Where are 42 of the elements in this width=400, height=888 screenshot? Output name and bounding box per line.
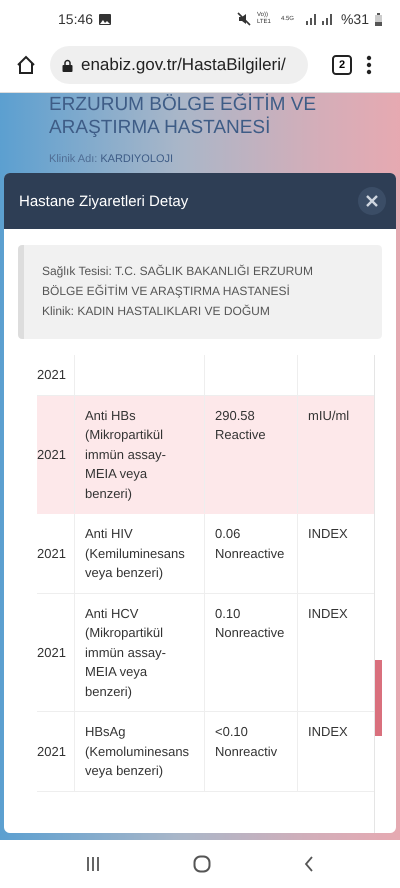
mute-icon (236, 12, 251, 26)
close-icon (366, 195, 378, 207)
image-icon (99, 14, 112, 24)
signal-icon (304, 13, 335, 25)
test-cell: Anti HBs (Mikropartikül immün assay-MEIA veya benzeri) (75, 396, 205, 513)
date-cell: 2021 (37, 594, 75, 711)
info-line: BÖLGE EĞİTİM VE ARAŞTIRMA HASTANESİ (42, 283, 291, 299)
tab-count-button[interactable]: 2 (332, 55, 352, 75)
unit-cell-text: mIU/ml (307, 406, 350, 424)
date-cell: 2021 (37, 712, 75, 790)
result-cell: 290.58 Reactive (205, 396, 298, 513)
result-cell: 0.10 Nonreactive (205, 594, 298, 711)
date-cell: 2021 (37, 396, 75, 513)
info-line: Sağlık Tesisi: T.C. SAĞLIK BAKANLIĞI ERZURUM (42, 263, 314, 279)
lock-icon (62, 58, 73, 72)
home-icon (16, 55, 36, 75)
test-cell: Anti HIV (Kemiluminesans veya benzeri) (75, 514, 205, 592)
clinic-value: KARDIYOLOJI (100, 153, 174, 165)
recent-apps-icon (86, 856, 100, 872)
date-cell: 2021 (37, 355, 75, 394)
info-line: Klinik: KADIN HASTALIKLARI VE DOĞUM (42, 303, 271, 319)
test-cell: HBsAg (Kemoluminesans veya benzeri) (75, 712, 205, 790)
date-cell: 2021 (37, 514, 75, 592)
hospital-title: ERZURUM BÖLGE EĞİTİM VE (49, 93, 318, 116)
unit-cell-text: INDEX (307, 525, 349, 543)
clock: 15:46 (58, 11, 94, 27)
home-nav-icon (192, 855, 211, 873)
address-bar[interactable]: enabiz.gov.tr/HastaBilgileri/ (50, 46, 308, 84)
battery-percent: %31 (340, 11, 369, 27)
menu-icon (366, 55, 372, 75)
back-icon (304, 856, 314, 872)
close-button[interactable] (358, 187, 386, 215)
battery-icon (375, 12, 382, 26)
result-cell: 0.06 Nonreactive (205, 514, 298, 592)
result-cell: <0.10 Nonreactiv (205, 712, 298, 790)
clinic-label: Klinik Adı: (49, 153, 98, 165)
unit-cell-text: INDEX (307, 723, 349, 741)
unit-cell-text: INDEX (307, 604, 349, 622)
test-cell: Anti HCV (Mikropartikül immün assay-MEIA veya benzeri) (75, 594, 205, 711)
modal-title: Hastane Ziyaretleri Detay (19, 192, 188, 210)
hospital-title: ARAŞTIRMA HASTANESİ (49, 116, 272, 139)
scrollbar-thumb[interactable] (375, 660, 382, 736)
